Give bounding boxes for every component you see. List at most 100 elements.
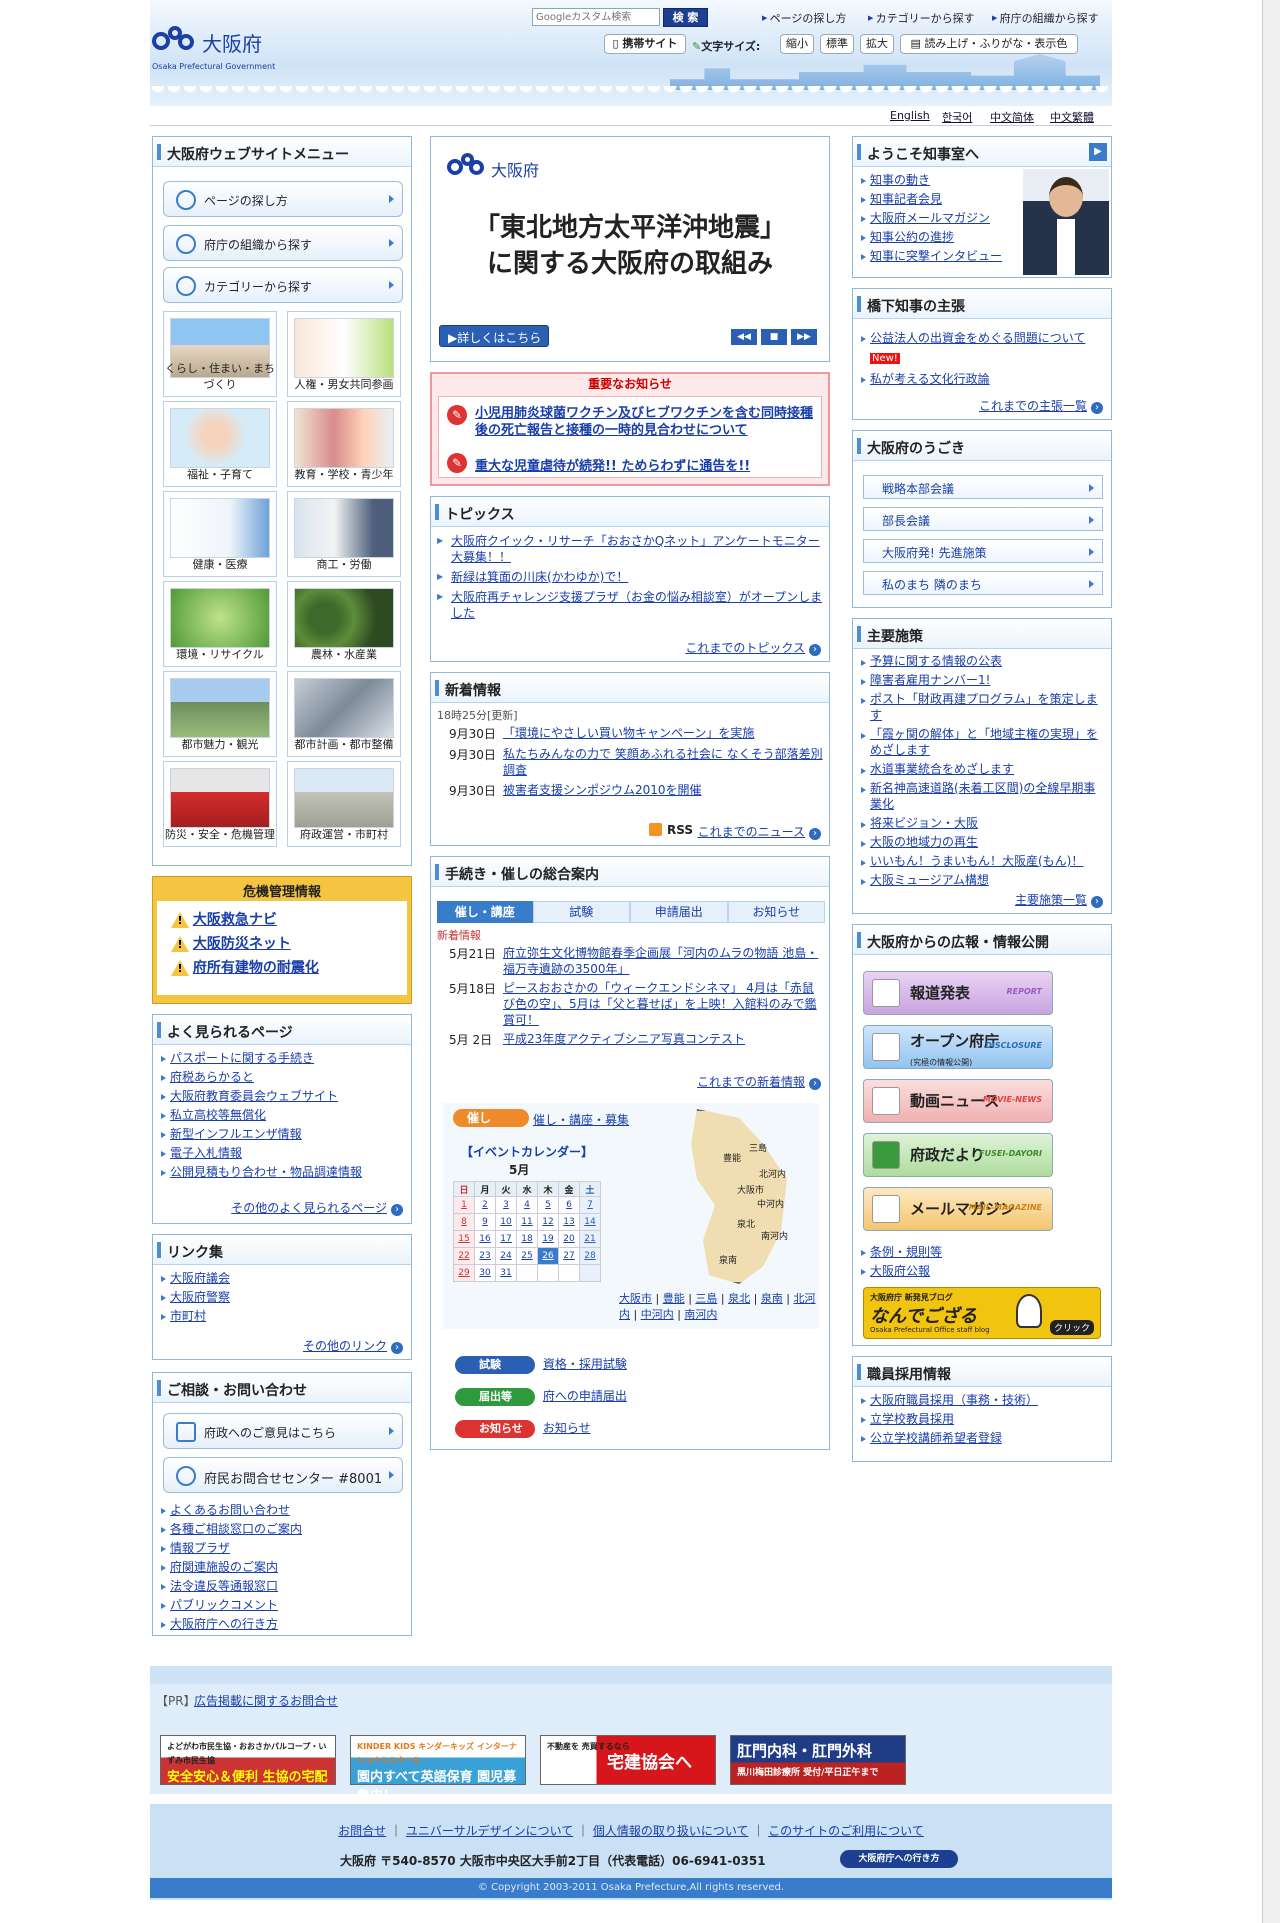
nav-find-page-button[interactable]: ページの探し方 bbox=[163, 181, 403, 217]
map-region[interactable]: 北河内 bbox=[759, 1167, 786, 1180]
map-region[interactable]: 泉南 bbox=[719, 1253, 737, 1266]
category-disaster[interactable]: 防災・安全・危機管理 bbox=[163, 761, 277, 847]
popular-more-link[interactable]: その他のよく見られるページ bbox=[231, 1199, 403, 1216]
crisis-item[interactable]: ! 大阪防災ネット bbox=[171, 933, 407, 957]
opinion-more-link[interactable]: これまでの主張一覧 bbox=[979, 397, 1103, 414]
calendar-day[interactable]: 20 bbox=[558, 1230, 580, 1248]
calendar-day[interactable]: 11 bbox=[516, 1213, 538, 1231]
calendar-day[interactable]: 26 bbox=[537, 1247, 559, 1265]
movement-button[interactable]: 私のまち 隣のまち bbox=[863, 571, 1103, 595]
opinion-link[interactable]: 私が考える文化行政論 bbox=[870, 372, 990, 386]
category-tourism[interactable]: 都市魅力・観光 bbox=[163, 671, 277, 757]
press-release-button[interactable]: 報道発表 REPORT bbox=[863, 971, 1053, 1015]
font-normal-button[interactable]: 標準 bbox=[820, 34, 854, 54]
calendar-day[interactable]: 25 bbox=[516, 1247, 538, 1265]
category-urban-planning[interactable]: 都市計画・都市整備 bbox=[287, 671, 401, 757]
header-link-find-page[interactable]: ページの探し方 bbox=[762, 10, 847, 26]
governor-link[interactable]: 大阪府メールマガジン bbox=[870, 211, 990, 225]
contact-link[interactable]: 情報プラザ bbox=[170, 1541, 230, 1555]
procedures-more-link[interactable]: これまでの新着情報 bbox=[697, 1073, 821, 1090]
category-health[interactable]: 健康・医療 bbox=[163, 491, 277, 577]
footer-link[interactable]: お問合せ bbox=[338, 1824, 386, 1838]
policy-link[interactable]: 「霞ヶ関の解体」と「地域主権の実現」をめざします bbox=[870, 727, 1098, 757]
tab-events[interactable]: 催し・講座 bbox=[437, 901, 533, 923]
ad-contact-link[interactable]: 広告掲載に関するお問合せ bbox=[194, 1692, 338, 1709]
calendar-day[interactable]: 24 bbox=[495, 1247, 517, 1265]
map-region[interactable]: 南河内 bbox=[761, 1229, 788, 1242]
calendar-day[interactable]: 7 bbox=[579, 1196, 601, 1214]
event-link-main[interactable]: 催し・講座・募集 bbox=[533, 1111, 629, 1128]
footer-link[interactable]: このサイトのご利用について bbox=[768, 1824, 924, 1838]
calendar-day[interactable]: 18 bbox=[516, 1230, 538, 1248]
calendar-day[interactable]: 17 bbox=[495, 1230, 517, 1248]
policy-link[interactable]: 新名神高速道路(未着工区間)の全線早期事業化 bbox=[870, 781, 1095, 811]
region-link[interactable]: 泉北 bbox=[728, 1292, 750, 1305]
movement-button[interactable]: 大阪府発! 先進施策 bbox=[863, 539, 1103, 563]
movement-button[interactable]: 部長会議 bbox=[863, 507, 1103, 531]
policy-link[interactable]: いいもん！うまいもん！大阪産(もん)！ bbox=[870, 854, 1083, 868]
governor-link[interactable]: 知事公約の進捗 bbox=[870, 230, 954, 244]
event-link[interactable]: 府立弥生文化博物館春季企画展「河内のムラの物語 池島・福万寺遺跡の3500年」 bbox=[503, 945, 825, 977]
calendar-day[interactable]: 28 bbox=[579, 1247, 601, 1265]
policy-link[interactable]: 障害者雇用ナンバー1! bbox=[870, 673, 990, 687]
mobile-site-button[interactable]: ▯ 携帯サイト bbox=[604, 34, 686, 54]
link-item[interactable]: 大阪府警察 bbox=[170, 1290, 230, 1304]
category-living[interactable]: くらし・住まい・まちづくり bbox=[163, 311, 277, 397]
calendar-day[interactable]: 4 bbox=[516, 1196, 538, 1214]
movement-button[interactable]: 戦略本部会議 bbox=[863, 475, 1103, 499]
search-button[interactable]: 検 索 bbox=[663, 8, 708, 27]
governor-link[interactable]: 知事の動き bbox=[870, 173, 930, 187]
popular-link[interactable]: 私立高校等無償化 bbox=[170, 1108, 266, 1122]
tab-exams[interactable]: 試験 bbox=[532, 901, 630, 923]
map-region[interactable]: 泉北 bbox=[737, 1217, 755, 1230]
policy-link[interactable]: 予算に関する情報の公表 bbox=[870, 654, 1002, 668]
links-more-link[interactable]: その他のリンク bbox=[303, 1337, 403, 1354]
policy-link[interactable]: 大阪ミュージアム構想 bbox=[870, 873, 989, 887]
calendar-day[interactable]: 22 bbox=[453, 1247, 475, 1265]
header-link-organization[interactable]: 府庁の組織から探す bbox=[992, 10, 1099, 26]
category-human-rights[interactable]: 人権・男女共同参画 bbox=[287, 311, 401, 397]
region-link[interactable]: 中河内 bbox=[641, 1308, 674, 1321]
policy-link[interactable]: 大阪の地域力の再生 bbox=[870, 835, 978, 849]
calendar-day[interactable]: 19 bbox=[537, 1230, 559, 1248]
lang-korean[interactable]: 한국어 bbox=[942, 109, 972, 125]
access-button[interactable]: 大阪府庁への行き方 bbox=[840, 1850, 958, 1868]
important-link[interactable]: 重大な児童虐待が続発!! ためらわずに通告を!! bbox=[475, 455, 817, 474]
header-link-category[interactable]: カテゴリーから探す bbox=[868, 10, 975, 26]
popular-link[interactable]: パスポートに関する手続き bbox=[170, 1051, 314, 1065]
calendar-day[interactable]: 8 bbox=[453, 1213, 475, 1231]
banner-next-button[interactable]: ▶▶ bbox=[791, 329, 817, 345]
news-link[interactable]: 「環境にやさしい買い物キャンペーン」を実施 bbox=[503, 725, 754, 742]
category-environment[interactable]: 環境・リサイクル bbox=[163, 581, 277, 667]
calendar-day[interactable]: 27 bbox=[558, 1247, 580, 1265]
pr-link[interactable]: 大阪府公報 bbox=[870, 1264, 930, 1278]
video-news-button[interactable]: 動画ニュース MOVIE-NEWS bbox=[863, 1079, 1053, 1123]
crisis-link[interactable]: 府所有建物の耐震化 bbox=[193, 960, 319, 976]
important-link[interactable]: 小児用肺炎球菌ワクチン及びヒブワクチンを含む同時接種後の死亡報告と接種の一時的見… bbox=[475, 405, 817, 439]
opinion-button[interactable]: 府政へのご意見はこちら bbox=[163, 1413, 403, 1449]
contact-link[interactable]: 各種ご相談窓口のご案内 bbox=[170, 1522, 302, 1536]
nav-organization-button[interactable]: 府庁の組織から探す bbox=[163, 225, 403, 261]
lang-chinese-simplified[interactable]: 中文简体 bbox=[990, 109, 1034, 125]
category-education[interactable]: 教育・学校・青少年 bbox=[287, 401, 401, 487]
policy-link[interactable]: 水道事業統合をめざします bbox=[870, 762, 1014, 776]
calendar-day[interactable]: 29 bbox=[453, 1264, 475, 1282]
crisis-item[interactable]: ! 大阪救急ナビ bbox=[171, 909, 407, 933]
calendar-day[interactable]: 16 bbox=[474, 1230, 496, 1248]
topic-link[interactable]: 大阪府クイック・リサーチ「おおさかQネット」アンケートモニター大募集！！ bbox=[451, 534, 820, 564]
banner-stop-button[interactable]: ■ bbox=[761, 329, 787, 345]
banner-prev-button[interactable]: ◀◀ bbox=[731, 329, 757, 345]
map-region[interactable]: 豊能 bbox=[723, 1151, 741, 1164]
category-agriculture[interactable]: 農林・水産業 bbox=[287, 581, 401, 667]
opinion-link[interactable]: 公益法人の出資金をめぐる問題について bbox=[870, 331, 1085, 345]
governor-link[interactable]: 知事に突撃インタビュー bbox=[870, 249, 1002, 263]
newsletter-button[interactable]: 府政だより FUSEI-DAYORI bbox=[863, 1133, 1053, 1177]
crisis-link[interactable]: 大阪防災ネット bbox=[193, 936, 291, 952]
calendar-day[interactable]: 15 bbox=[453, 1230, 475, 1248]
contact-link[interactable]: 法令違反等通報窓口 bbox=[170, 1579, 278, 1593]
calendar-day[interactable]: 12 bbox=[537, 1213, 559, 1231]
calendar-day[interactable]: 1 bbox=[453, 1196, 475, 1214]
region-link[interactable]: 豊能 bbox=[663, 1292, 685, 1305]
popular-link[interactable]: 電子入札情報 bbox=[170, 1146, 242, 1160]
topics-more-link[interactable]: これまでのトピックス bbox=[685, 639, 821, 656]
